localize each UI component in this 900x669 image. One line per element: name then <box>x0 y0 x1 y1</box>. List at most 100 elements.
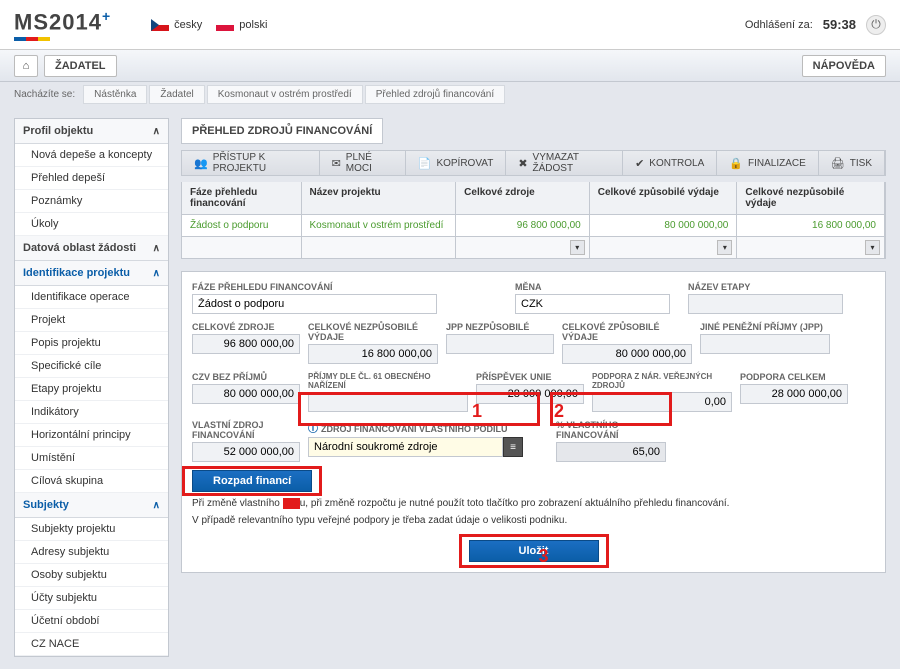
list-icon: ≡ <box>510 442 516 453</box>
sidebar-item-ukoly[interactable]: Úkoly <box>15 213 168 236</box>
lang-czech-label: česky <box>174 19 202 31</box>
main-layout: Profil objektu ∧ Nová depeše a koncepty … <box>0 106 900 669</box>
sidebar-item-adresy[interactable]: Adresy subjektu <box>15 541 168 564</box>
input-prijmy61[interactable] <box>308 392 468 412</box>
filter-cell <box>302 237 457 258</box>
input-faze[interactable] <box>192 294 437 314</box>
sidebar-item-ucty[interactable]: Účty subjektu <box>15 587 168 610</box>
input-celkzdr[interactable] <box>192 334 300 354</box>
sidebar-item-cilova-skupina[interactable]: Cílová skupina <box>15 470 168 493</box>
sidebar-item-cz-nace[interactable]: CZ NACE <box>15 633 168 656</box>
check-icon: ✔ <box>635 157 644 170</box>
input-prispunie[interactable] <box>476 384 584 404</box>
rozpad-button[interactable]: Rozpad financí <box>192 470 312 492</box>
language-switch: česky polski <box>151 19 267 31</box>
label-jpp: JINÉ PENĚŽNÍ PŘÍJMY (JPP) <box>700 322 830 332</box>
sidebar-item-poznamky[interactable]: Poznámky <box>15 190 168 213</box>
sidebar-item-osoby[interactable]: Osoby subjektu <box>15 564 168 587</box>
sidebar-group-profil[interactable]: Profil objektu ∧ <box>15 119 168 144</box>
sidebar-item-popis-projektu[interactable]: Popis projektu <box>15 332 168 355</box>
grid-row[interactable]: Žádost o podporu Kosmonaut v ostrém pros… <box>181 215 886 237</box>
breadcrumb-label: Nacházíte se: <box>14 89 75 100</box>
breadcrumb-item-2[interactable]: Kosmonaut v ostrém prostředí <box>207 85 363 104</box>
tb-tisk[interactable]: 🖨TISK <box>819 151 885 175</box>
info-icon: ⓘ <box>308 424 318 435</box>
sidebar-group-label: Profil objektu <box>23 125 93 137</box>
lang-czech[interactable]: česky <box>151 19 202 31</box>
grid-header: Fáze přehledu financování Název projektu… <box>181 182 886 215</box>
tb-plne-moci[interactable]: ✉ PLNÉ MOCI <box>320 151 406 175</box>
tb-label: PLNÉ MOCI <box>346 152 393 174</box>
panel-title: PŘEHLED ZDROJŮ FINANCOVÁNÍ <box>181 118 383 144</box>
filter-dropdown[interactable]: ▾ <box>865 240 880 255</box>
input-celkzpu[interactable] <box>562 344 692 364</box>
note-1: Při změně vlastního pdu, při změně rozpo… <box>192 498 875 509</box>
sidebar-item-ucetni-obdobi[interactable]: Účetní období <box>15 610 168 633</box>
lang-polish-label: polski <box>239 19 267 31</box>
grid-cell: Žádost o podporu <box>182 215 302 236</box>
sidebar-group-datova[interactable]: Datová oblast žádosti ∧ <box>15 236 168 261</box>
sidebar-item-indikatory[interactable]: Indikátory <box>15 401 168 424</box>
input-mena[interactable] <box>515 294 670 314</box>
input-pctvlast[interactable] <box>556 442 666 462</box>
logout-button[interactable]: ⏻ <box>866 15 886 35</box>
grid-col-celkzdr[interactable]: Celkové zdroje <box>456 182 590 214</box>
sidebar-item-nova-depese[interactable]: Nová depeše a koncepty <box>15 144 168 167</box>
input-podporanar[interactable] <box>592 392 732 412</box>
sidebar-item-projekt[interactable]: Projekt <box>15 309 168 332</box>
label-czvbez: CZV BEZ PŘÍJMŮ <box>192 372 300 382</box>
home-button[interactable]: ⌂ <box>14 55 38 77</box>
label-pctvlast: % VLASTNÍHO FINANCOVÁNÍ <box>556 420 666 440</box>
sidebar-group-identifikace[interactable]: Identifikace projektu ∧ <box>15 261 168 286</box>
label-celkzdr: CELKOVÉ ZDROJE <box>192 322 300 332</box>
grid-col-celknez[interactable]: Celkové nezpůsobilé výdaje <box>737 182 885 214</box>
filter-dropdown[interactable]: ▾ <box>717 240 732 255</box>
mail-icon: ✉ <box>332 157 341 170</box>
main-content: PŘEHLED ZDROJŮ FINANCOVÁNÍ 👥PŘÍSTUP K PR… <box>181 118 886 573</box>
tb-pristup[interactable]: 👥PŘÍSTUP K PROJEKTU <box>182 151 320 175</box>
logout-label: Odhlášení za: <box>745 19 813 31</box>
chevron-up-icon: ∧ <box>153 243 160 254</box>
tb-label: PŘÍSTUP K PROJEKTU <box>213 152 307 174</box>
breadcrumb-item-3[interactable]: Přehled zdrojů financování <box>365 85 505 104</box>
sidebar-item-specificke-cile[interactable]: Specifické cíle <box>15 355 168 378</box>
label-prijmy61: PŘÍJMY DLE ČL. 61 OBECNÉHO NAŘÍZENÍ <box>308 372 468 390</box>
input-vlastni[interactable] <box>192 442 300 462</box>
tb-finalizace[interactable]: 🔒FINALIZACE <box>717 151 819 175</box>
input-etapa[interactable] <box>688 294 843 314</box>
input-jpp[interactable] <box>700 334 830 354</box>
breadcrumb-item-0[interactable]: Nástěnka <box>83 85 147 104</box>
breadcrumb-item-1[interactable]: Žadatel <box>149 85 204 104</box>
input-czvbez[interactable] <box>192 384 300 404</box>
lang-polish[interactable]: polski <box>216 19 267 31</box>
input-zdrojvlast[interactable] <box>308 437 503 457</box>
home-icon: ⌂ <box>23 60 30 72</box>
sidebar-group-label: Identifikace projektu <box>23 267 130 279</box>
grid-col-nazev[interactable]: Název projektu <box>302 182 457 214</box>
top-bar: MS2014+ česky polski Odhlášení za: 59:38… <box>0 0 900 50</box>
sidebar-item-horizontalni[interactable]: Horizontální principy <box>15 424 168 447</box>
input-celknez[interactable] <box>308 344 438 364</box>
sidebar-group-subjekty[interactable]: Subjekty ∧ <box>15 493 168 518</box>
input-jppnez[interactable] <box>446 334 554 354</box>
grid-col-celkzpu[interactable]: Celkové způsobilé výdaje <box>590 182 738 214</box>
filter-cell: ▾ <box>456 237 590 258</box>
filter-dropdown[interactable]: ▾ <box>570 240 585 255</box>
sidebar-item-subjekty-projektu[interactable]: Subjekty projektu <box>15 518 168 541</box>
tb-kopirovat[interactable]: 📄KOPÍROVAT <box>406 151 507 175</box>
sidebar-item-identifikace-operace[interactable]: Identifikace operace <box>15 286 168 309</box>
zadatel-button[interactable]: ŽADATEL <box>44 55 117 77</box>
tb-vymazat[interactable]: ✖VYMAZAT ŽÁDOST <box>506 151 623 175</box>
grid-cell: 96 800 000,00 <box>456 215 590 236</box>
sidebar-item-prehled-depesi[interactable]: Přehled depeší <box>15 167 168 190</box>
sidebar-group-label: Datová oblast žádosti <box>23 242 136 254</box>
lookup-button[interactable]: ≡ <box>503 437 523 457</box>
ulozit-button[interactable]: Uložit <box>469 540 599 562</box>
input-podporacelk[interactable] <box>740 384 848 404</box>
napoveda-button[interactable]: NÁPOVĚDA <box>802 55 886 77</box>
tb-kontrola[interactable]: ✔KONTROLA <box>623 151 717 175</box>
sidebar-item-umisteni[interactable]: Umístění <box>15 447 168 470</box>
grid-cell: Kosmonaut v ostrém prostředí <box>302 215 457 236</box>
sidebar-item-etapy[interactable]: Etapy projektu <box>15 378 168 401</box>
grid-col-faze[interactable]: Fáze přehledu financování <box>182 182 302 214</box>
